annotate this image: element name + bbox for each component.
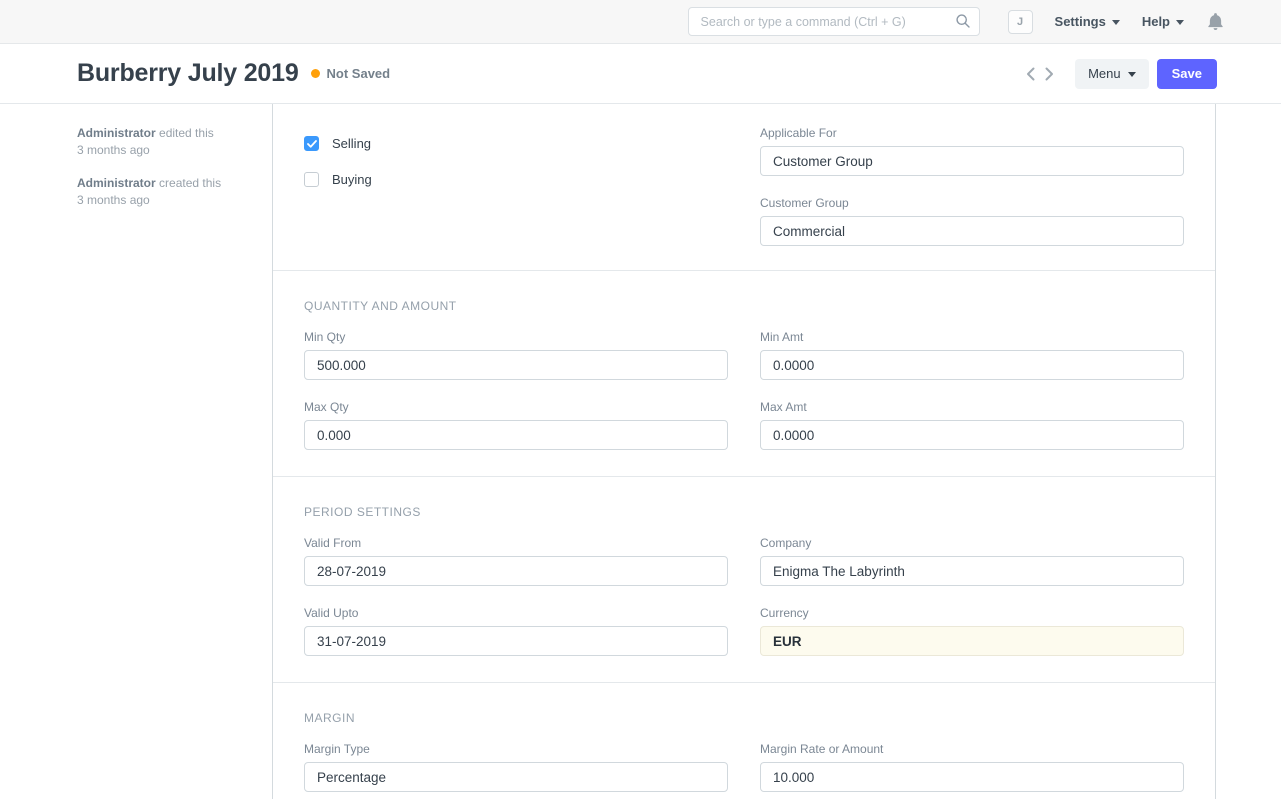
min-amt-input[interactable] [760,350,1184,380]
max-qty-input[interactable] [304,420,728,450]
section-period-settings: PERIOD SETTINGS Valid From Company Valid… [273,477,1215,683]
margin-type-input[interactable] [304,762,728,792]
customer-group-input[interactable] [760,216,1184,246]
activity-user: Administrator [77,126,156,140]
save-button[interactable]: Save [1157,59,1217,89]
checkbox-icon [304,172,319,187]
form-body: Selling Buying Applicable For [273,104,1216,799]
page-header: Burberry July 2019 Not Saved Menu Save [0,44,1281,104]
company-field: Company [760,536,1184,586]
activity-entry: Administrator created this 3 months ago [77,175,252,209]
menu-button[interactable]: Menu [1075,59,1149,89]
min-qty-input[interactable] [304,350,728,380]
section-heading: PERIOD SETTINGS [304,505,1184,519]
currency-input[interactable] [760,626,1184,656]
valid-upto-field: Valid Upto [304,606,728,656]
valid-from-label: Valid From [304,536,728,550]
global-search [688,7,980,36]
margin-rate-input[interactable] [760,762,1184,792]
activity-user: Administrator [77,176,156,190]
section-margin: MARGIN Margin Type Margin Rate or Amount [273,683,1215,792]
min-amt-label: Min Amt [760,330,1184,344]
activity-time: 3 months ago [77,193,150,207]
activity-time: 3 months ago [77,143,150,157]
margin-type-field: Margin Type [304,742,728,792]
next-document-button[interactable] [1040,63,1059,85]
max-amt-field: Max Amt [760,400,1184,450]
chevron-down-icon [1112,20,1120,25]
section-heading: MARGIN [304,711,1184,725]
margin-rate-field: Margin Rate or Amount [760,742,1184,792]
margin-type-label: Margin Type [304,742,728,756]
user-avatar[interactable]: J [1008,10,1033,34]
section-heading: QUANTITY AND AMOUNT [304,299,1184,313]
help-label: Help [1142,14,1170,29]
max-qty-field: Max Qty [304,400,728,450]
buying-checkbox[interactable]: Buying [304,172,372,187]
status-badge: Not Saved [311,66,391,81]
applicable-for-input[interactable] [760,146,1184,176]
min-qty-field: Min Qty [304,330,728,380]
notifications-bell-icon[interactable] [1208,13,1223,30]
search-icon[interactable] [955,13,971,34]
valid-from-field: Valid From [304,536,728,586]
status-dot-icon [311,69,320,78]
customer-group-label: Customer Group [760,196,1184,210]
company-input[interactable] [760,556,1184,586]
min-qty-label: Min Qty [304,330,728,344]
settings-label: Settings [1055,14,1106,29]
chevron-down-icon [1128,72,1136,77]
activity-entry: Administrator edited this 3 months ago [77,125,252,159]
selling-checkbox[interactable]: Selling [304,136,371,151]
top-navbar: J Settings Help [0,0,1281,44]
form-sidebar: Administrator edited this 3 months ago A… [0,104,273,799]
applicable-for-label: Applicable For [760,126,1184,140]
currency-label: Currency [760,606,1184,620]
valid-upto-label: Valid Upto [304,606,728,620]
max-qty-label: Max Qty [304,400,728,414]
buying-checkbox-label: Buying [332,172,372,187]
currency-field: Currency [760,606,1184,656]
max-amt-label: Max Amt [760,400,1184,414]
search-input[interactable] [688,7,980,36]
chevron-down-icon [1176,20,1184,25]
section-applicability: Selling Buying Applicable For [273,104,1215,271]
activity-action: created this [159,176,221,190]
content-area: Administrator edited this 3 months ago A… [0,104,1281,799]
company-label: Company [760,536,1184,550]
page-title: Burberry July 2019 [77,59,299,88]
right-gutter [1216,104,1281,799]
prev-document-button[interactable] [1021,63,1040,85]
customer-group-field: Customer Group [760,196,1184,246]
max-amt-input[interactable] [760,420,1184,450]
min-amt-field: Min Amt [760,330,1184,380]
selling-checkbox-label: Selling [332,136,371,151]
valid-from-input[interactable] [304,556,728,586]
help-menu[interactable]: Help [1142,14,1184,29]
checkbox-icon [304,136,319,151]
status-text: Not Saved [327,66,391,81]
section-quantity-and-amount: QUANTITY AND AMOUNT Min Qty Min Amt Max … [273,271,1215,477]
margin-rate-label: Margin Rate or Amount [760,742,1184,756]
valid-upto-input[interactable] [304,626,728,656]
settings-menu[interactable]: Settings [1055,14,1120,29]
applicable-for-field: Applicable For [760,126,1184,176]
menu-button-label: Menu [1088,66,1121,81]
activity-action: edited this [159,126,214,140]
